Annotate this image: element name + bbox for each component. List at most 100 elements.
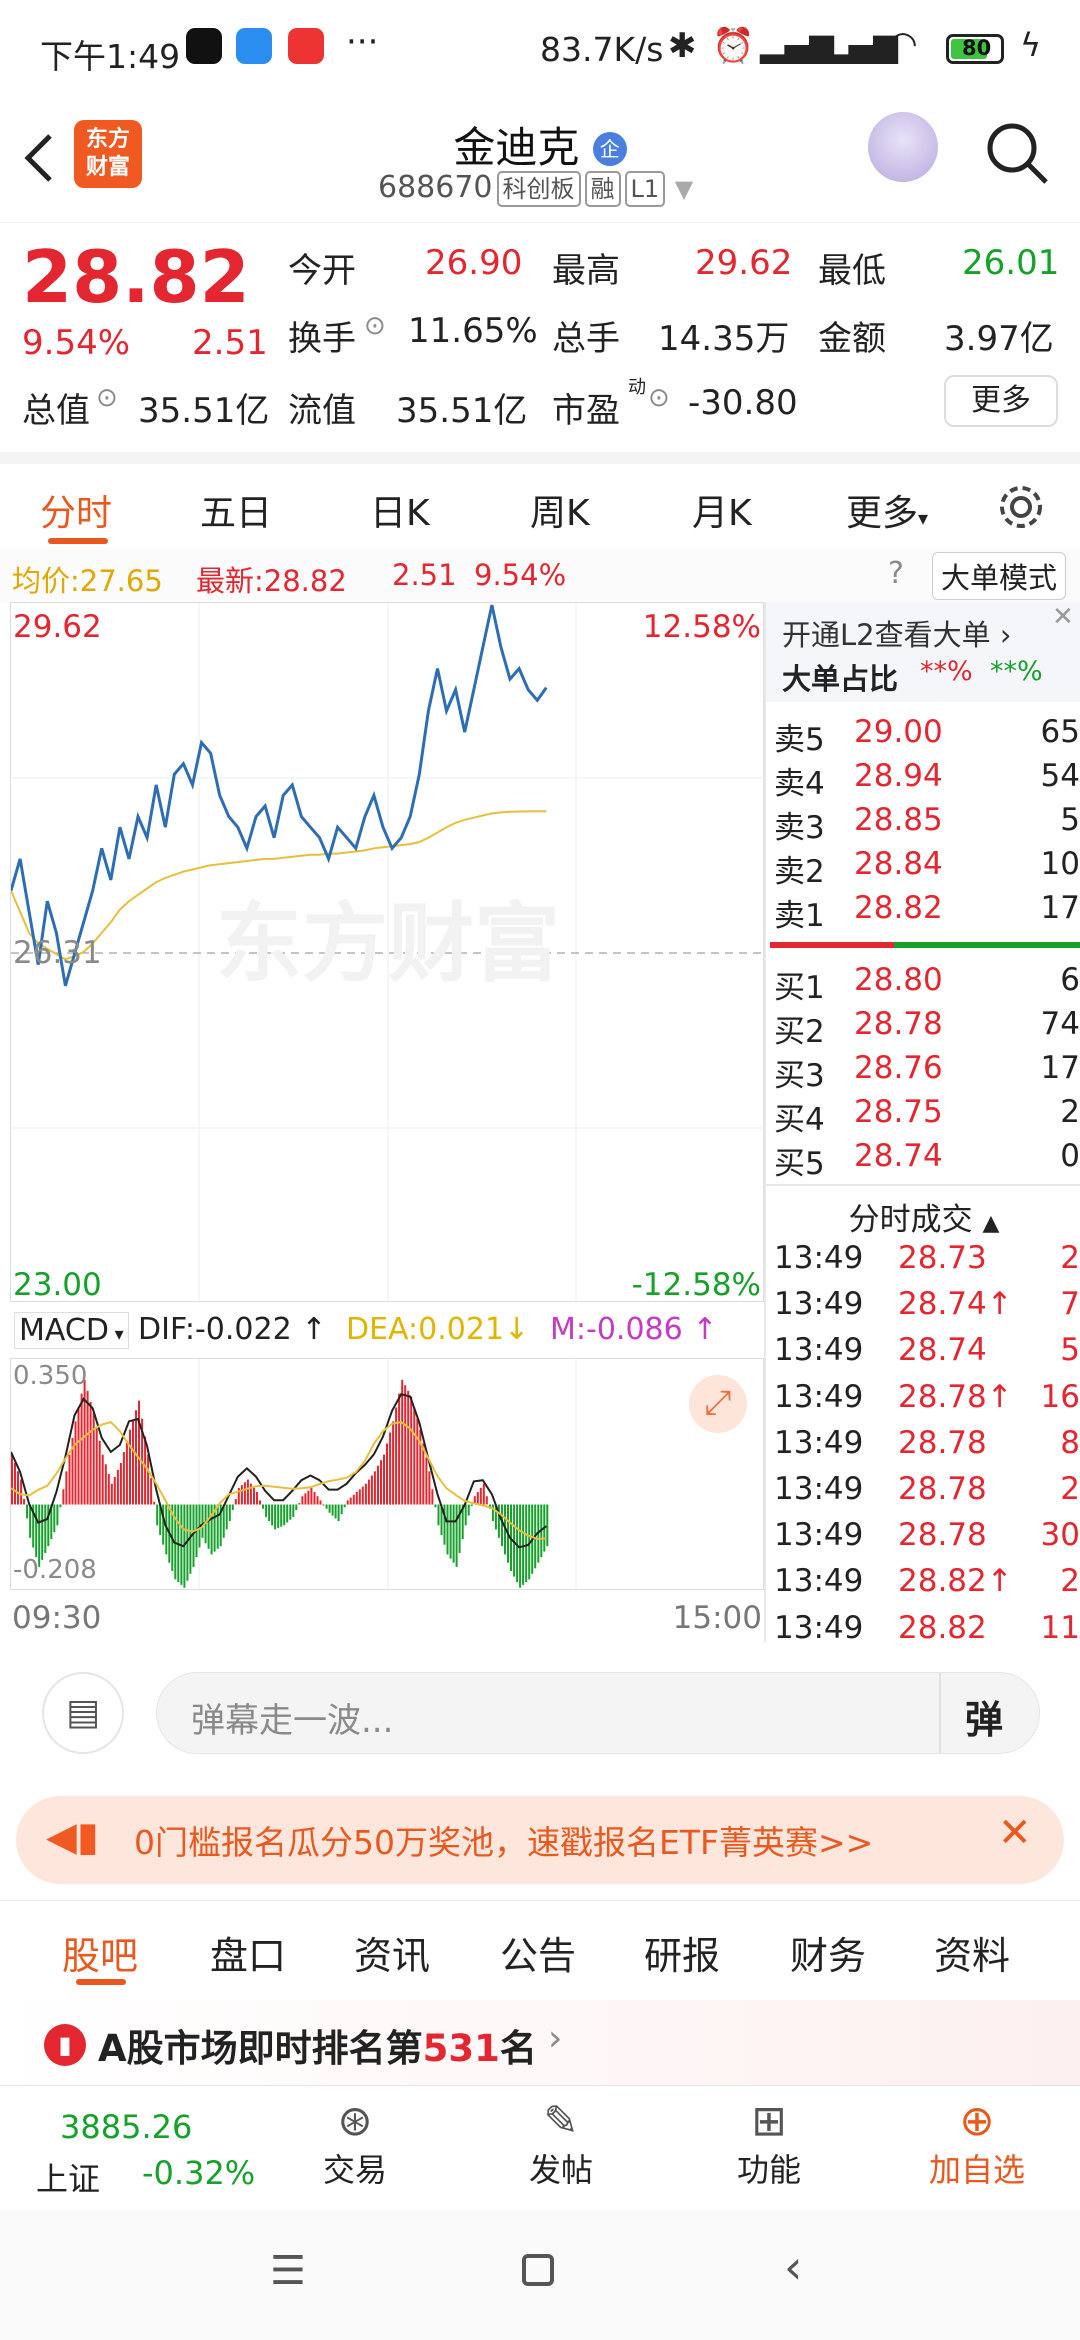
tab-weekly-k[interactable]: 周K (530, 484, 590, 536)
level-label: 买1 (774, 970, 825, 1006)
info-tab[interactable]: 资讯 (354, 1925, 430, 1980)
l2-promo[interactable]: 开通L2查看大单 › ✕ 大单占比 **% **% (766, 602, 1080, 702)
info-tab[interactable]: 公告 (500, 1925, 576, 1980)
home-icon[interactable] (522, 2254, 554, 2286)
change-percent: 9.54% (22, 323, 131, 363)
macd-bar (77, 1407, 80, 1505)
high-value: 29.62 (695, 243, 793, 283)
tab-five-day[interactable]: 五日 (200, 484, 272, 536)
tab-daily-k[interactable]: 日K (370, 484, 430, 536)
market-tag: 科创板 (496, 171, 581, 207)
level-volume: 54 (1040, 758, 1080, 794)
trade-row: 13:49 28.78 8 (774, 1425, 1080, 1469)
macd-bar (132, 1420, 134, 1505)
trades-title[interactable]: 分时成交 ▲ (766, 1194, 1080, 1239)
chart-tabs: 分时 五日 日K 周K 月K 更多▾ (0, 452, 1080, 544)
sell-level-row[interactable]: 卖3 28.85 5 (774, 802, 1080, 846)
buy-level-row[interactable]: 买3 28.76 17 (774, 1050, 1080, 1094)
buy-level-row[interactable]: 买1 28.80 6 (774, 962, 1080, 1006)
rank-text: A股市场即时排名第531名 (98, 2027, 537, 2070)
help-icon[interactable]: ? (888, 556, 904, 591)
trade-price: 28.74 (898, 1332, 987, 1369)
search-icon[interactable] (982, 118, 1052, 188)
macd-bar (407, 1390, 410, 1505)
expand-icon[interactable]: ⤢ (689, 1375, 747, 1433)
macd-bar (337, 1504, 340, 1522)
macd-bar (373, 1471, 376, 1505)
buy-level-row[interactable]: 买5 28.74 0 (774, 1138, 1080, 1182)
trade-row: 13:49 28.82↑ 2 (774, 1563, 1080, 1607)
info-tab[interactable]: 股吧 (62, 1925, 138, 1980)
back-nav-icon[interactable]: ‹ (784, 2240, 802, 2294)
macd-bar (491, 1504, 494, 1522)
macd-top-label: 0.350 (13, 1361, 88, 1391)
danmu-input[interactable]: 弹幕走一波... 弹 (156, 1672, 1040, 1754)
volume-label: 总手 (552, 319, 620, 359)
info-icon[interactable]: ⊙ (364, 311, 386, 341)
megaphone-icon: ◀▮ (46, 1814, 99, 1860)
macd-bar (207, 1504, 210, 1549)
macd-bar (280, 1504, 283, 1527)
sell-level-row[interactable]: 卖2 28.84 10 (774, 846, 1080, 890)
turnover-label: 换手 (288, 319, 356, 359)
open-label: 今开 (288, 251, 356, 291)
macd-bar (116, 1469, 119, 1505)
macd-bar (340, 1504, 343, 1515)
chevron-down-icon[interactable]: ▼ (675, 175, 693, 203)
promo-banner[interactable]: ◀▮ 0门槛报名瓜分50万奖池，速戳报名ETF菁英赛>> ✕ (16, 1796, 1064, 1884)
market-rank[interactable]: ▮ A股市场即时排名第531名 › (0, 2000, 1080, 2085)
macd-bar (192, 1504, 195, 1567)
buy-level-row[interactable]: 买2 28.78 74 (774, 1006, 1080, 1050)
menu-icon[interactable]: ☰ (270, 2248, 306, 2294)
robot-avatar[interactable] (868, 112, 938, 182)
yen-circle-icon: ⊛ (337, 2096, 373, 2145)
info-tab[interactable]: 研报 (644, 1925, 720, 1980)
macd-chart-svg (11, 1359, 577, 1591)
info-icon[interactable]: ⊙ (96, 383, 118, 413)
post-button[interactable]: ✎ 发帖 (506, 2096, 616, 2191)
macd-bar (325, 1504, 328, 1509)
close-icon[interactable]: ✕ (1052, 602, 1074, 632)
trade-button[interactable]: ⊛ 交易 (300, 2096, 410, 2191)
info-tab[interactable]: 财务 (790, 1925, 866, 1980)
sell-level-row[interactable]: 卖4 28.94 54 (774, 758, 1080, 802)
add-watchlist-button[interactable]: ⊕ 加自选 (912, 2096, 1042, 2191)
sell-level-row[interactable]: 卖5 29.00 65 (774, 714, 1080, 758)
open-l2-link[interactable]: 开通L2查看大单 › (782, 612, 1011, 654)
chevron-right-icon: › (548, 2018, 563, 2059)
turnover-value: 11.65% (408, 311, 538, 351)
macd-bar (289, 1504, 292, 1520)
index-value: 3885.26 (60, 2108, 193, 2146)
info-tab[interactable]: 资料 (934, 1925, 1010, 1980)
more-button[interactable]: 更多 (944, 375, 1058, 427)
big-order-ratio-label: 大单占比 (782, 662, 899, 696)
tab-intraday[interactable]: 分时 (40, 484, 112, 536)
macd-chart[interactable]: 0.350 -0.208 ⤢ (10, 1358, 764, 1591)
trade-price: 28.82↑ (898, 1563, 1013, 1600)
level-volume: 6 (1060, 962, 1080, 998)
trade-volume: 2 (1060, 1563, 1080, 1600)
function-button[interactable]: ⊞ 功能 (714, 2096, 824, 2191)
bluetooth-icon: ✱ (668, 26, 697, 66)
danmu-settings-icon[interactable]: ▤ (42, 1672, 124, 1754)
buy-level-row[interactable]: 买4 28.75 2 (774, 1094, 1080, 1138)
index-widget[interactable]: 3885.26 上证 -0.32% (30, 2108, 260, 2208)
settings-gear-icon[interactable] (996, 482, 1046, 532)
macd-bar (201, 1504, 204, 1538)
indicator-selector[interactable]: MACD ▾ (14, 1312, 129, 1349)
info-icon[interactable]: ⊙ (648, 383, 670, 413)
macd-bar (522, 1504, 525, 1585)
intraday-chart[interactable]: 东方财富 29.62 26.31 23.00 12.58% -12.58% (10, 602, 765, 1303)
tab-monthly-k[interactable]: 月K (692, 484, 752, 536)
macd-bar (26, 1504, 29, 1519)
close-icon[interactable]: ✕ (998, 1810, 1032, 1856)
sell-level-row[interactable]: 卖1 28.82 17 (774, 890, 1080, 934)
danmu-toggle-button[interactable]: 弹 (965, 1689, 1003, 1744)
big-order-mode-button[interactable]: 大单模式 (932, 552, 1067, 600)
level-label: 卖4 (774, 766, 825, 802)
trade-row: 13:49 28.78 2 (774, 1471, 1080, 1515)
macd-bar (361, 1486, 364, 1505)
tab-more[interactable]: 更多▾ (846, 484, 928, 536)
trade-time: 13:49 (774, 1424, 864, 1461)
info-tab[interactable]: 盘口 (210, 1925, 286, 1980)
